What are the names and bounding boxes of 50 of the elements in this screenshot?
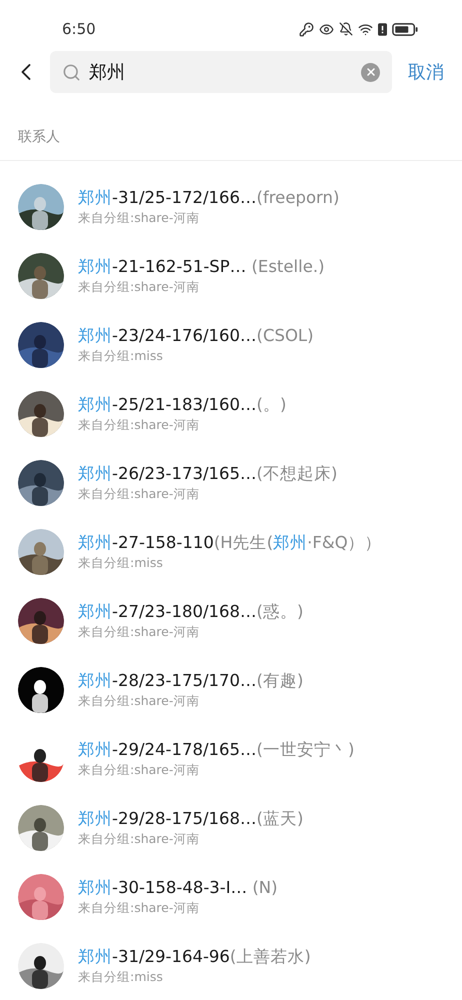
contact-name: 郑州-27-158-110(H先生(郑州·F&Q））	[78, 532, 382, 554]
search-bar[interactable]: 郑州	[50, 51, 392, 93]
contact-name: 郑州-29/28-175/168…(蓝天)	[78, 808, 304, 830]
contact-group: 来自分组:share-河南	[78, 484, 338, 502]
contact-name: 郑州-30-158-48-3-I… (N)	[78, 876, 278, 898]
contact-group: 来自分组:share-河南	[78, 692, 304, 710]
clear-button[interactable]	[361, 62, 380, 82]
cancel-button[interactable]: 取消	[402, 58, 444, 86]
contact-group: 来自分组:share-河南	[78, 416, 286, 434]
contact-group: 来自分组:share-河南	[78, 760, 354, 778]
contact-group: 来自分组:miss	[78, 346, 314, 364]
contact-group: 来自分组:share-河南	[78, 208, 340, 226]
close-icon	[364, 66, 376, 78]
contact-name: 郑州-31/25-172/166…(freeporn)	[78, 186, 340, 208]
contact-group: 来自分组:share-河南	[78, 830, 304, 848]
contact-name: 郑州-26/23-173/165…(不想起床)	[78, 462, 338, 484]
contact-item[interactable]: 郑州-28/23-175/170…(有趣) 来自分组:share-河南	[0, 655, 462, 724]
eye-icon	[319, 22, 334, 36]
contact-item[interactable]: 郑州-29/28-175/168…(蓝天) 来自分组:share-河南	[0, 793, 462, 862]
contact-group: 来自分组:miss	[78, 554, 382, 572]
key-icon	[299, 22, 314, 36]
section-title: 联系人	[18, 129, 60, 145]
contact-item[interactable]: 郑州-26/23-173/165…(不想起床) 来自分组:share-河南	[0, 448, 462, 517]
contact-name: 郑州-21-162-51-SP… (Estelle.)	[78, 256, 325, 278]
contact-item[interactable]: 郑州-25/21-183/160…(。) 来自分组:share-河南	[0, 379, 462, 448]
contact-group: 来自分组:share-河南	[78, 278, 325, 296]
contact-name: 郑州-31/29-164-96(上善若水)	[78, 946, 311, 968]
contact-name: 郑州-29/24-178/165…(一世安宁丶)	[78, 738, 354, 760]
bell-off-icon	[339, 22, 353, 36]
contact-item[interactable]: 郑州-27/23-180/168…(惑。) 来自分组:share-河南	[0, 586, 462, 655]
contact-item[interactable]: 郑州-29/24-178/165…(一世安宁丶) 来自分组:share-河南	[0, 724, 462, 793]
contact-item[interactable]: 郑州-31/29-164-96(上善若水) 来自分组:miss	[0, 931, 462, 1000]
wifi-icon	[358, 22, 373, 36]
contact-group: 来自分组:miss	[78, 968, 311, 986]
contact-group: 来自分组:share-河南	[78, 898, 278, 916]
contact-group: 来自分组:share-河南	[78, 622, 304, 640]
status-time: 6:50	[62, 18, 96, 40]
contact-item[interactable]: 郑州-27-158-110(H先生(郑州·F&Q）） 来自分组:miss	[0, 517, 462, 586]
contact-name: 郑州-27/23-180/168…(惑。)	[78, 600, 304, 622]
battery-icon	[392, 22, 418, 36]
contact-item[interactable]: 郑州-30-158-48-3-I… (N) 来自分组:share-河南	[0, 862, 462, 931]
contact-item[interactable]: 郑州-21-162-51-SP… (Estelle.) 来自分组:share-河南	[0, 241, 462, 310]
contact-item[interactable]: 郑州-23/24-176/160…(CSOL) 来自分组:miss	[0, 310, 462, 379]
contact-name: 郑州-25/21-183/160…(。)	[78, 394, 286, 416]
search-field[interactable]: 郑州	[89, 58, 353, 86]
contact-item[interactable]: 郑州-31/25-172/166…(freeporn) 来自分组:share-河南	[0, 172, 462, 241]
contact-name: 郑州-28/23-175/170…(有趣)	[78, 670, 304, 692]
search-icon	[62, 62, 81, 82]
alert-icon	[378, 22, 387, 36]
contact-name: 郑州-23/24-176/160…(CSOL)	[78, 324, 314, 346]
